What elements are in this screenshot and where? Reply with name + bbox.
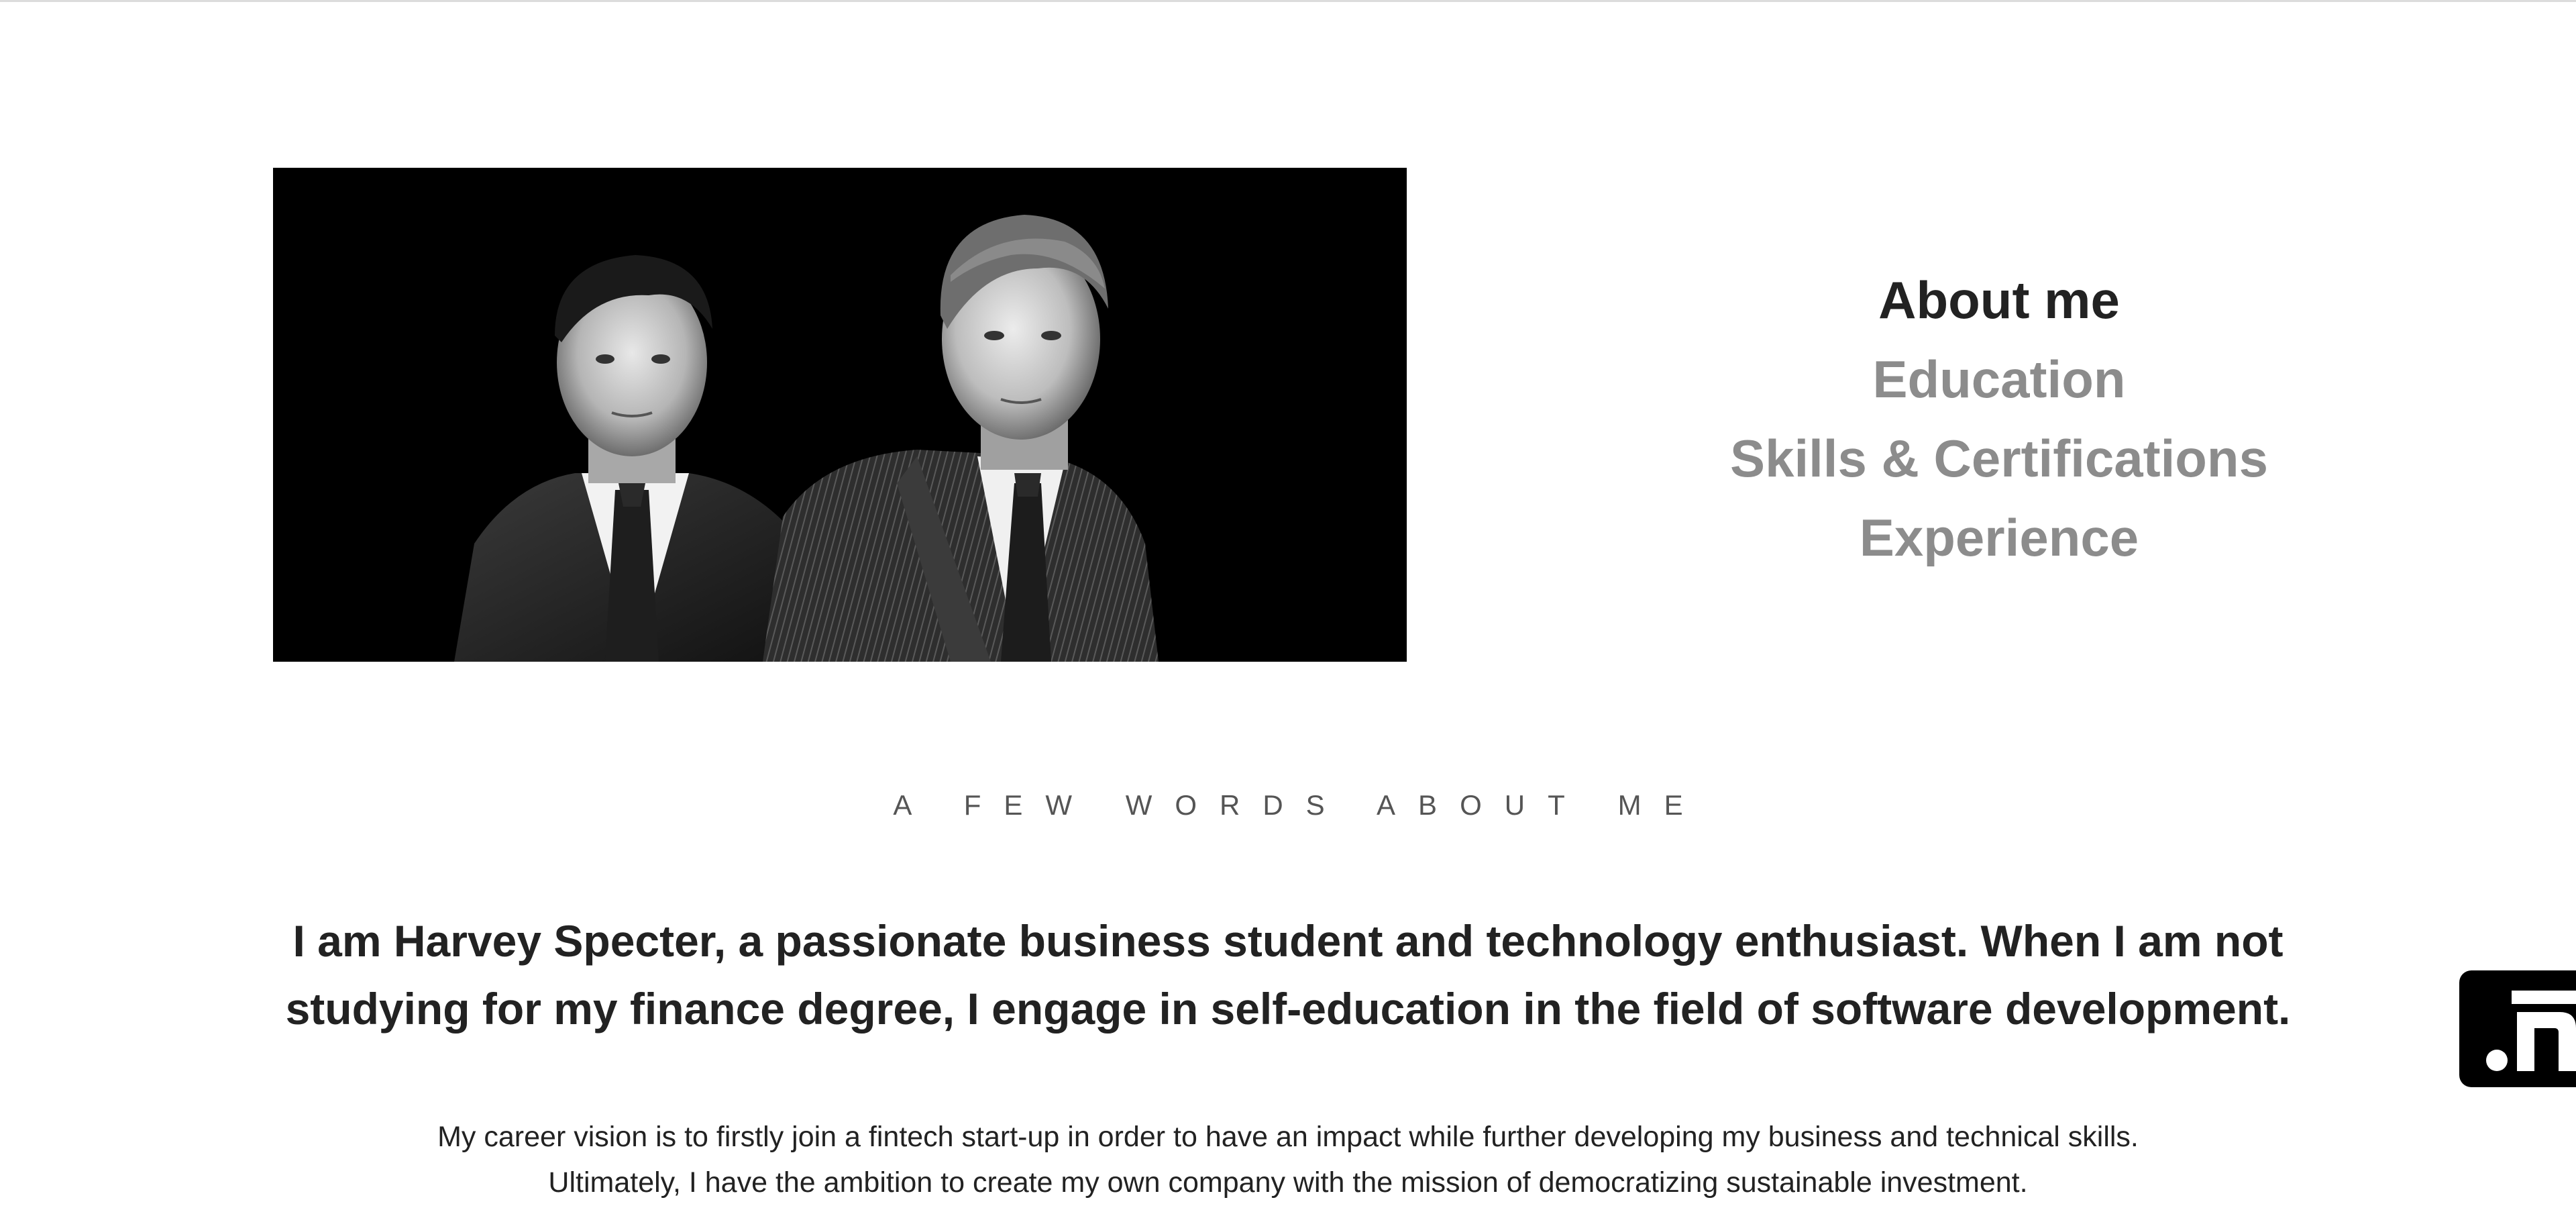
top-border [0,0,2576,2]
about-body-line: My career vision is to firstly join a fi… [437,1121,2139,1153]
about-body: My career vision is to firstly join a fi… [201,1114,2375,1205]
nav-item-skills-certifications[interactable]: Skills & Certifications [1597,419,2402,498]
nav-item-experience[interactable]: Experience [1597,498,2402,577]
linkedin-button[interactable] [2459,970,2576,1087]
section-label: A FEW WORDS ABOUT ME [893,789,1706,821]
linkedin-in-icon [2486,991,2576,1071]
nav-item-about-me[interactable]: About me [1597,260,2402,340]
about-body-line: Ultimately, I have the ambition to creat… [548,1166,2028,1199]
about-headline: I am Harvey Specter, a passionate busine… [285,916,2291,1034]
nav-item-education[interactable]: Education [1597,340,2402,419]
section-nav: About me Education Skills & Certificatio… [1597,260,2402,577]
hero-photo [273,168,1407,662]
portrait-photo-icon [273,168,1407,662]
